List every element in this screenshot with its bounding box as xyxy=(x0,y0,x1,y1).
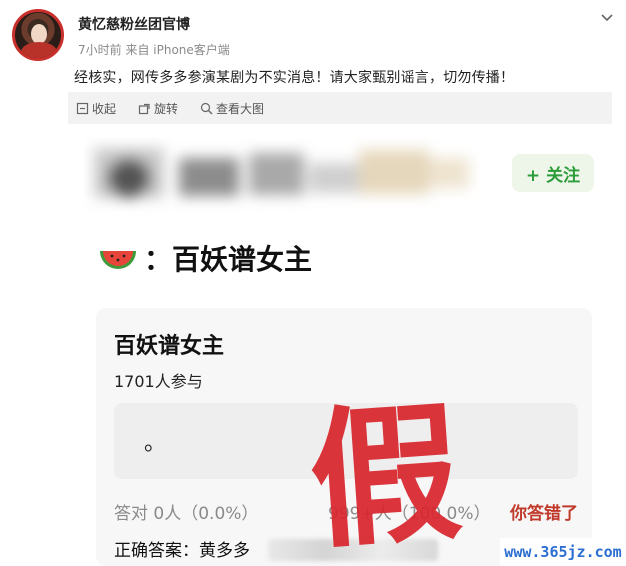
embedded-screenshot[interactable]: + 关注 ：百妖谱女主 百妖谱女主 1701人参与 。 答对 0人（0.0%） … xyxy=(74,124,614,566)
avatar-dress xyxy=(21,42,57,58)
avatar[interactable] xyxy=(12,9,64,61)
rotate-button[interactable]: 旋转 xyxy=(138,100,178,117)
collect-button[interactable]: 收起 xyxy=(76,100,116,117)
image-toolbar: 收起 旋转 查看大图 xyxy=(68,92,612,124)
headline-text: ：百妖谱女主 xyxy=(144,243,313,276)
collect-label: 收起 xyxy=(92,102,117,116)
weibo-post: 黄忆慈粉丝团官博 7小时前 来自 iPhone客户端 经核实，网传多多参演某剧为… xyxy=(0,0,626,566)
site-watermark: www.365jz.com xyxy=(500,538,626,566)
correct-count: 答对 0人（0.0%） xyxy=(114,504,259,524)
collapse-icon xyxy=(76,102,89,115)
poll-option-text: 。 xyxy=(144,431,167,456)
follow-button[interactable]: + 关注 xyxy=(512,154,594,192)
rotate-label: 旋转 xyxy=(154,102,179,116)
avatar-face xyxy=(31,24,47,44)
chevron-down-icon[interactable] xyxy=(600,11,614,25)
magnify-icon xyxy=(200,102,213,115)
username[interactable]: 黄忆慈粉丝团官博 xyxy=(78,14,190,34)
poll-participants: 1701人参与 xyxy=(114,372,203,391)
blurred-user-banner xyxy=(94,148,469,198)
fake-stamp: 假 xyxy=(304,383,466,566)
post-meta: 7小时前 来自 iPhone客户端 xyxy=(78,43,230,57)
view-large-label: 查看大图 xyxy=(216,102,265,116)
poll-title: 百妖谱女主 xyxy=(114,334,225,359)
watermelon-icon xyxy=(100,251,136,269)
rotate-icon xyxy=(138,103,150,115)
view-large-button[interactable]: 查看大图 xyxy=(200,100,264,117)
correct-answer: 正确答案：黄多多 xyxy=(114,541,250,561)
wrong-answer-badge: 你答错了 xyxy=(510,504,578,524)
post-text: 经核实，网传多多参演某剧为不实消息！请大家甄别谣言，切勿传播！ xyxy=(74,70,515,86)
headline: ：百妖谱女主 xyxy=(98,238,312,278)
